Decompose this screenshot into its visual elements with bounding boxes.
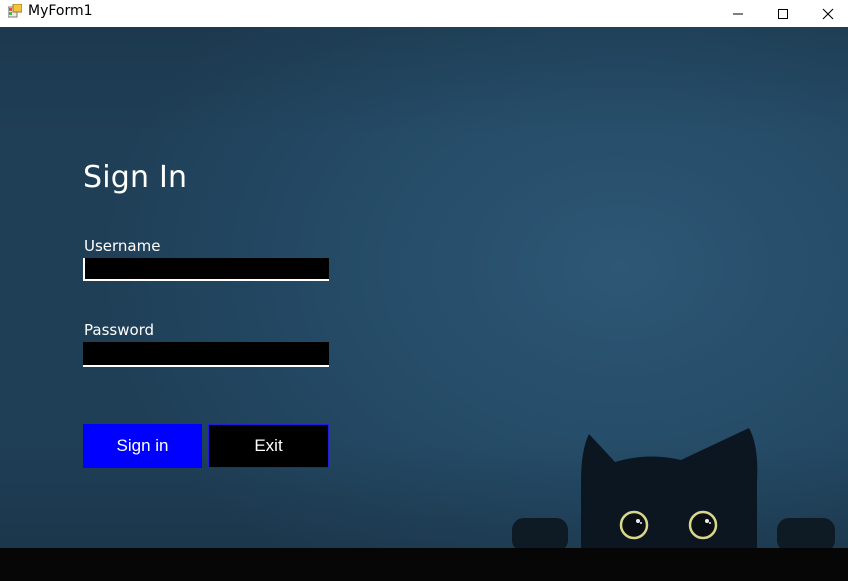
sign-in-button[interactable]: Sign in (83, 424, 202, 468)
close-button[interactable] (805, 0, 848, 27)
cat-right-paw (777, 518, 835, 552)
minimize-button[interactable] (715, 0, 761, 27)
cat-left-eye (619, 510, 649, 540)
cat-head (581, 428, 758, 552)
cat-left-paw (512, 518, 568, 552)
form-client-area: Sign In Username Password Sign in Exit (0, 27, 848, 581)
exit-button[interactable]: Exit (208, 424, 329, 468)
cat-right-eye (688, 510, 718, 540)
maximize-icon (778, 8, 788, 19)
window-title: MyForm1 (28, 3, 93, 19)
maximize-button[interactable] (760, 0, 806, 27)
username-label: Username (84, 237, 161, 255)
app-icon (8, 4, 22, 18)
cat-illustration (512, 428, 835, 552)
username-input[interactable] (83, 258, 329, 281)
title-bar[interactable]: MyForm1 (0, 0, 848, 27)
password-label: Password (84, 321, 155, 339)
close-icon (822, 8, 834, 19)
page-title: Sign In (83, 160, 188, 195)
ground-bar (0, 548, 848, 581)
password-input[interactable] (83, 342, 329, 367)
minimize-icon (733, 13, 743, 14)
